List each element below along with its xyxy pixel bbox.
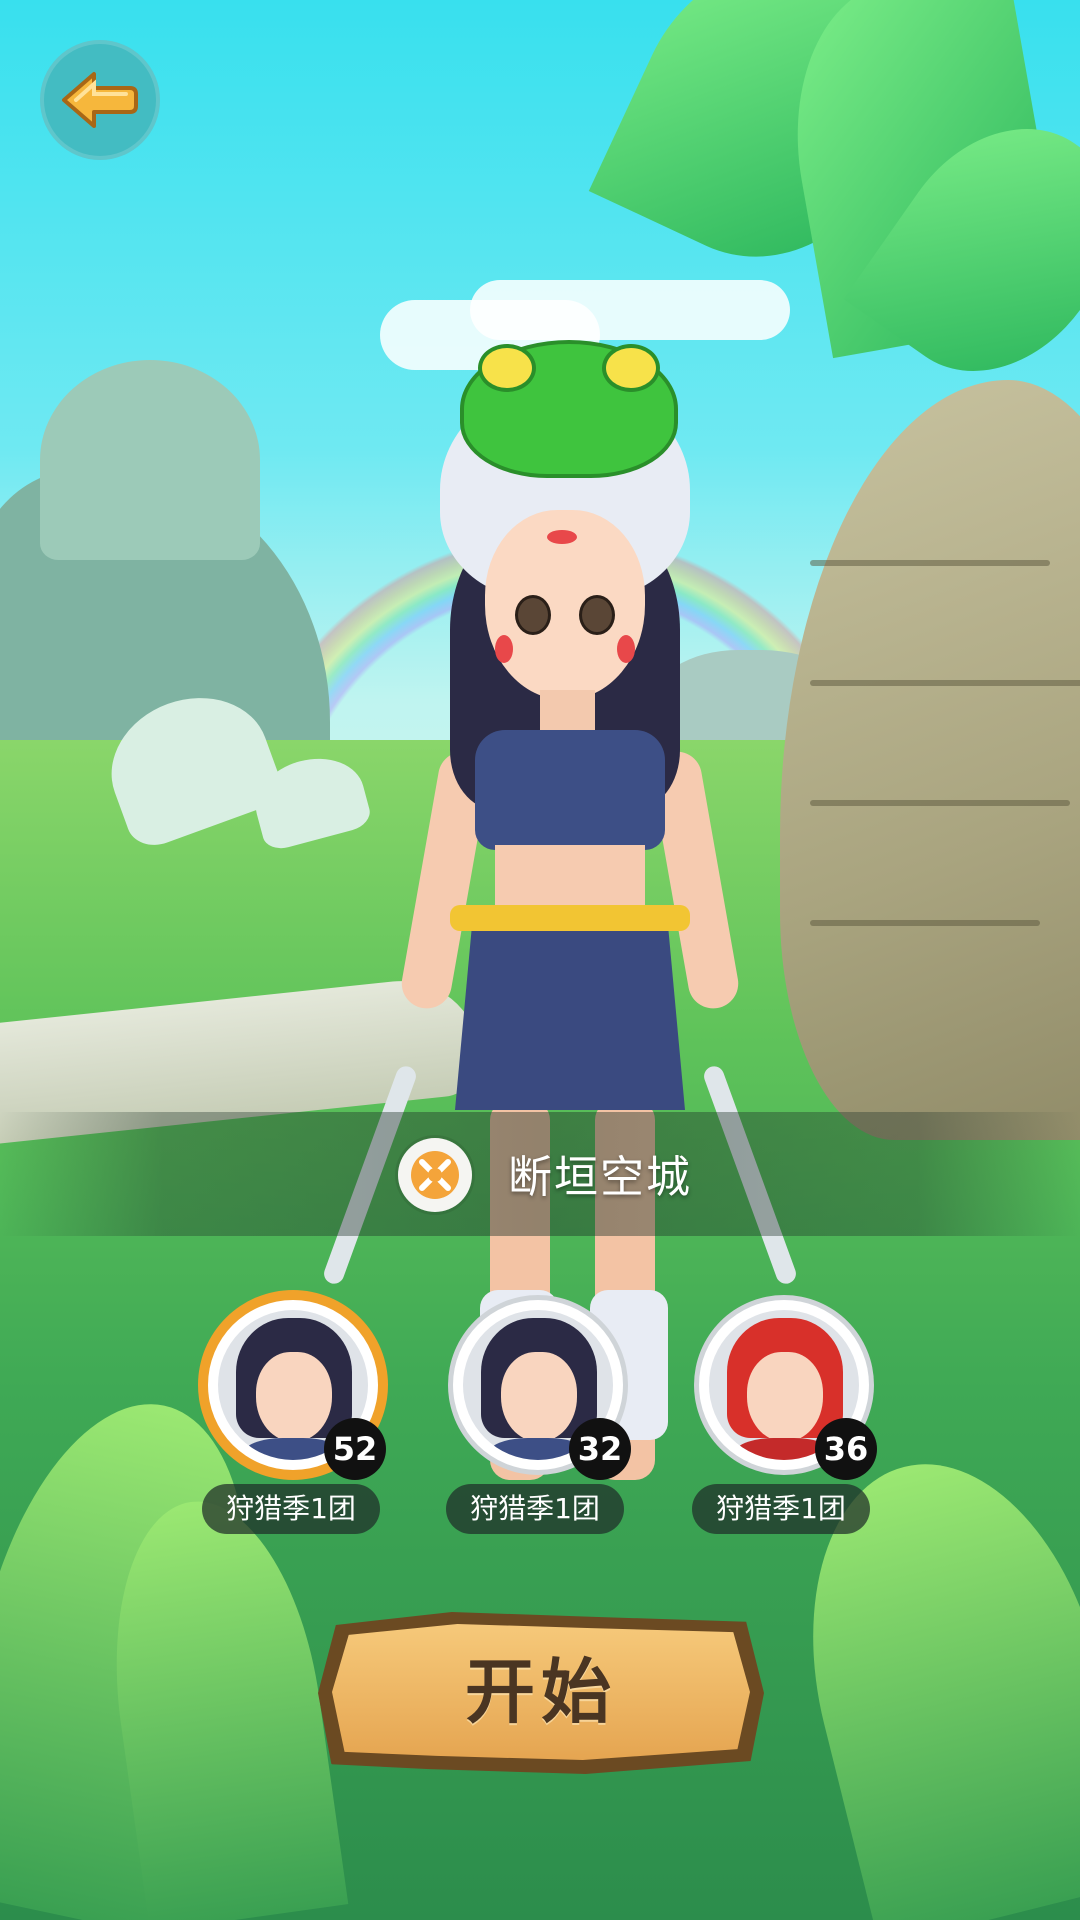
portrait-face [501, 1352, 577, 1442]
portrait-face [747, 1352, 823, 1442]
portrait-face [256, 1352, 332, 1442]
crossed-swords-icon [411, 1151, 459, 1199]
level-badge: 36 [815, 1418, 877, 1480]
rock-carving [810, 920, 1040, 926]
frog-hat [460, 340, 678, 478]
frog-eye [478, 344, 536, 392]
outfit-top [475, 730, 665, 850]
face-paint [617, 635, 635, 663]
rock-carving [810, 800, 1070, 806]
team-label: 狩猎季1团 [446, 1484, 624, 1534]
character-face [485, 510, 645, 700]
map-mode-button[interactable] [398, 1138, 472, 1212]
level-badge: 32 [569, 1418, 631, 1480]
back-button[interactable] [40, 40, 160, 160]
rock-carving [810, 560, 1050, 566]
level-badge: 52 [324, 1418, 386, 1480]
start-button-label: 开始 [465, 1651, 617, 1733]
map-name: 断垣空城 [508, 1152, 692, 1203]
left-arrow-icon [62, 72, 138, 128]
start-button[interactable]: 开始 [318, 1612, 764, 1774]
outfit-skirt [455, 910, 685, 1110]
frog-eye [602, 344, 660, 392]
rock-carving [810, 680, 1080, 686]
team-label: 狩猎季1团 [692, 1484, 870, 1534]
rope-belt [450, 905, 690, 931]
team-label: 狩猎季1团 [202, 1484, 380, 1534]
face-paint [495, 635, 513, 663]
eye [515, 595, 551, 635]
mountain [40, 360, 260, 560]
face-paint [547, 530, 577, 544]
eye [579, 595, 615, 635]
